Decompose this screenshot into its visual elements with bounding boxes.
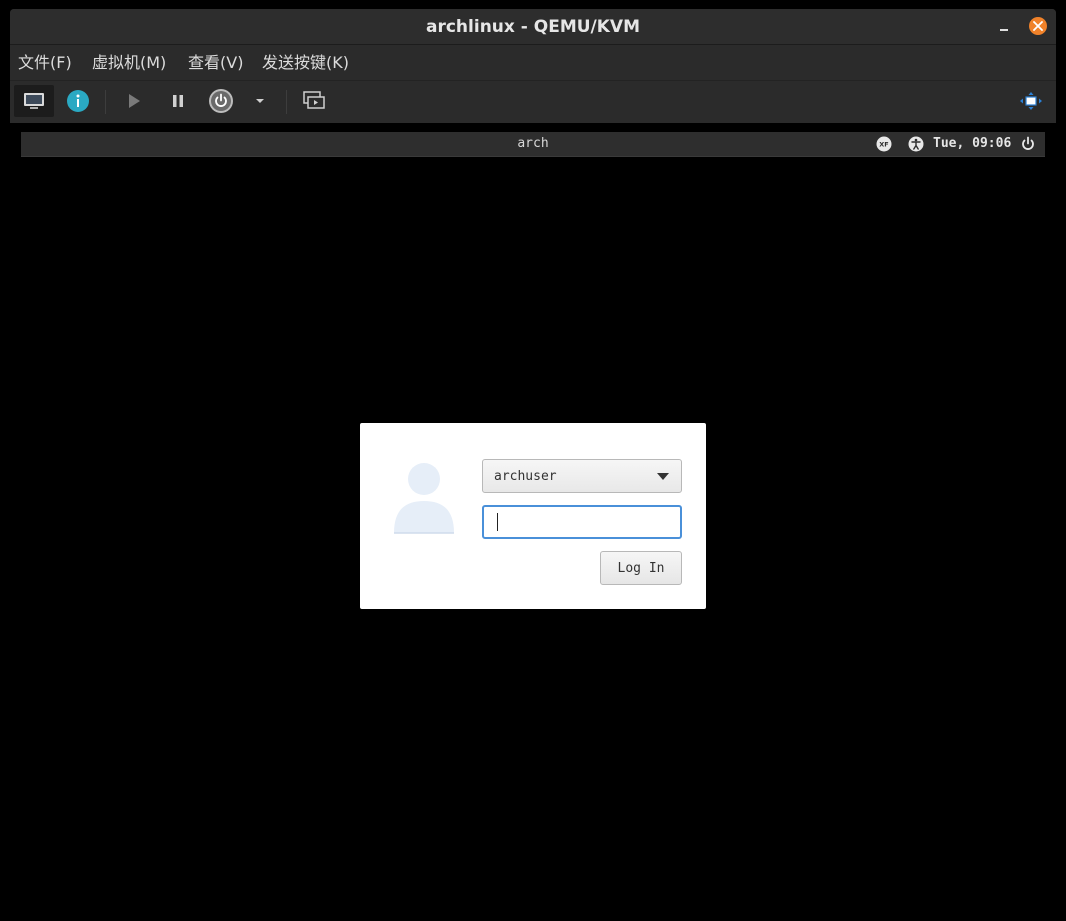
menu-bar: 文件(F) 虚拟机(M) 查看(V) 发送按键(K) — [10, 45, 1056, 80]
console-button[interactable] — [14, 85, 54, 117]
close-icon — [1033, 21, 1043, 31]
title-bar[interactable]: archlinux - QEMU/KVM — [10, 9, 1056, 45]
accessibility-icon[interactable] — [908, 136, 924, 152]
dropdown-arrow-icon — [256, 99, 264, 103]
toolbar-separator — [286, 90, 287, 114]
user-select-dropdown[interactable]: archuser — [482, 459, 682, 493]
chevron-down-icon — [657, 473, 669, 480]
power-icon[interactable] — [1020, 136, 1036, 152]
run-button[interactable] — [118, 85, 150, 117]
fullscreen-button[interactable] — [1015, 85, 1047, 117]
minimize-button[interactable] — [996, 17, 1014, 35]
shutdown-button[interactable] — [204, 85, 238, 117]
details-button[interactable] — [60, 85, 96, 117]
text-caret — [497, 513, 498, 531]
login-button[interactable]: Log In — [600, 551, 682, 585]
toolbar-separator — [105, 90, 106, 114]
snapshots-button[interactable] — [298, 85, 330, 117]
snapshot-icon — [303, 91, 325, 109]
run-icon — [129, 94, 140, 108]
login-dialog: archuser Log In — [360, 423, 706, 609]
close-button[interactable] — [1029, 17, 1047, 35]
info-icon — [67, 90, 89, 112]
virt-manager-window: archlinux - QEMU/KVM 文件(F) 虚拟机(M) 查看(V) … — [10, 9, 1056, 123]
fullscreen-icon — [1020, 92, 1042, 110]
menu-virtual-machine[interactable]: 虚拟机(M) — [92, 45, 166, 80]
console-icon — [24, 93, 44, 109]
keyboard-layout-icon[interactable]: XF — [876, 136, 892, 152]
power-icon — [209, 89, 233, 113]
guest-top-panel: arch XF Tue, 09:06 — [21, 132, 1045, 157]
menu-file[interactable]: 文件(F) — [18, 45, 72, 80]
pause-button[interactable] — [162, 85, 194, 117]
svg-text:XF: XF — [879, 141, 888, 149]
guest-clock: Tue, 09:06 — [933, 136, 1012, 151]
window-title: archlinux - QEMU/KVM — [426, 17, 640, 37]
shutdown-menu-button[interactable] — [248, 85, 272, 117]
selected-username: archuser — [494, 469, 557, 484]
user-avatar-icon — [394, 463, 454, 534]
menu-view[interactable]: 查看(V) — [188, 45, 243, 80]
menu-send-key[interactable]: 发送按键(K) — [262, 45, 349, 80]
password-field[interactable] — [482, 505, 682, 539]
toolbar — [10, 80, 1056, 123]
pause-icon — [173, 95, 183, 107]
